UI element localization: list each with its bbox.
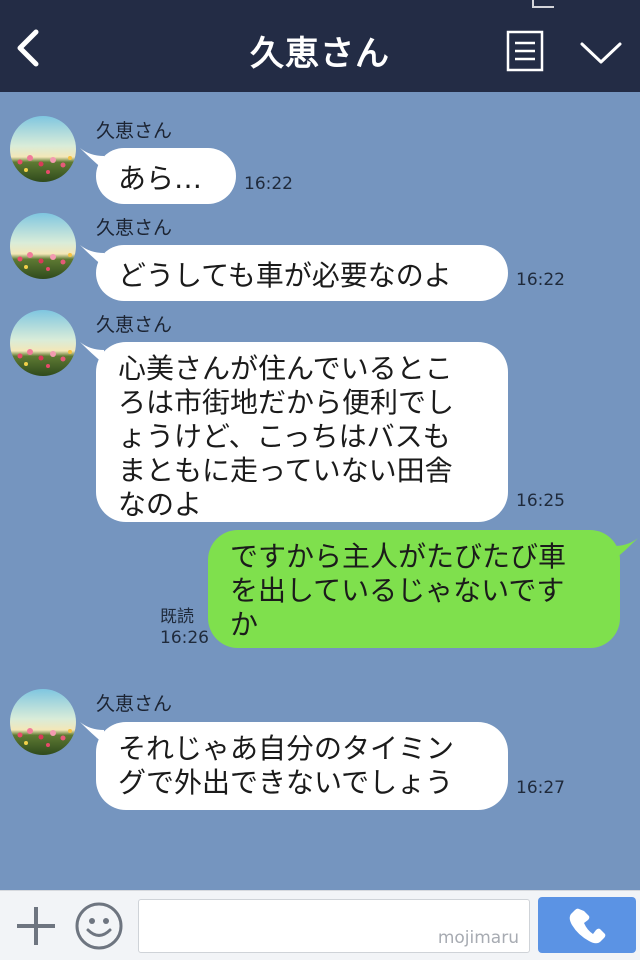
- message-time: 16:26: [160, 628, 209, 648]
- message-time: 16:22: [244, 174, 293, 194]
- menu-button[interactable]: [506, 30, 544, 72]
- message-bubble[interactable]: それじゃあ自分のタイミン グで外出できないでしょう: [96, 722, 508, 810]
- message-bubble[interactable]: 心美さんが住んでいるとこ ろは市街地だから便利でし ょうけど、こっちはバスも ま…: [96, 342, 508, 522]
- avatar[interactable]: [10, 213, 76, 279]
- message-text: どうしても車が必要なのよ: [118, 259, 452, 292]
- chat-title: 久恵さん: [250, 34, 390, 74]
- call-button[interactable]: [538, 897, 636, 953]
- chevron-down-icon: [580, 42, 622, 64]
- message-line: まともに走っていない田舎: [118, 454, 453, 487]
- message-time: 16:27: [516, 778, 565, 798]
- avatar[interactable]: [10, 689, 76, 755]
- message-line: ろは市街地だから便利でし: [118, 386, 455, 419]
- message-text: あら…: [118, 162, 203, 195]
- message-line: それじゃあ自分のタイミン: [118, 732, 455, 765]
- plus-icon: [17, 907, 55, 945]
- add-button[interactable]: [14, 904, 58, 948]
- message-line: グで外出できないでしょう: [118, 766, 454, 799]
- read-receipt: 既読 16:26: [160, 607, 209, 649]
- message-line: 心美さんが住んでいるとこ: [118, 352, 453, 385]
- flower-field-icon: [10, 689, 76, 755]
- phone-icon: [569, 908, 606, 944]
- sender-name: 久恵さん: [96, 120, 173, 142]
- message-bubble[interactable]: ですから主人がたびたび車 を出しているじゃないです か: [208, 530, 620, 648]
- message-time: 16:25: [516, 491, 565, 511]
- message-time: 16:22: [516, 270, 565, 290]
- bubble-tail: [614, 538, 638, 560]
- flower-field-icon: [10, 213, 76, 279]
- message-line: ょうけど、こっちはバスも: [118, 420, 451, 453]
- menu-icon: [506, 30, 544, 72]
- chat-header: 久恵さん: [0, 0, 640, 92]
- read-label: 既読: [160, 607, 194, 627]
- message-line: を出しているじゃないです: [230, 574, 565, 607]
- message-bubble[interactable]: どうしても車が必要なのよ: [96, 245, 508, 301]
- sender-name: 久恵さん: [96, 693, 173, 715]
- avatar[interactable]: [10, 116, 76, 182]
- message-line: ですから主人がたびたび車: [230, 540, 567, 573]
- avatar[interactable]: [10, 310, 76, 376]
- flower-field-icon: [10, 116, 76, 182]
- smiley-icon: [75, 902, 123, 950]
- input-bar: mojimaru: [0, 890, 640, 960]
- message-line: なのよ: [118, 488, 203, 521]
- status-indicator: [532, 0, 554, 8]
- watermark: mojimaru: [437, 928, 519, 948]
- message-input[interactable]: mojimaru: [138, 899, 530, 953]
- emoji-button[interactable]: [74, 901, 124, 951]
- flower-field-icon: [10, 310, 76, 376]
- sender-name: 久恵さん: [96, 217, 173, 239]
- message-bubble[interactable]: あら…: [96, 148, 236, 204]
- collapse-button[interactable]: [578, 38, 624, 68]
- sender-name: 久恵さん: [96, 314, 173, 336]
- message-line: か: [230, 608, 259, 641]
